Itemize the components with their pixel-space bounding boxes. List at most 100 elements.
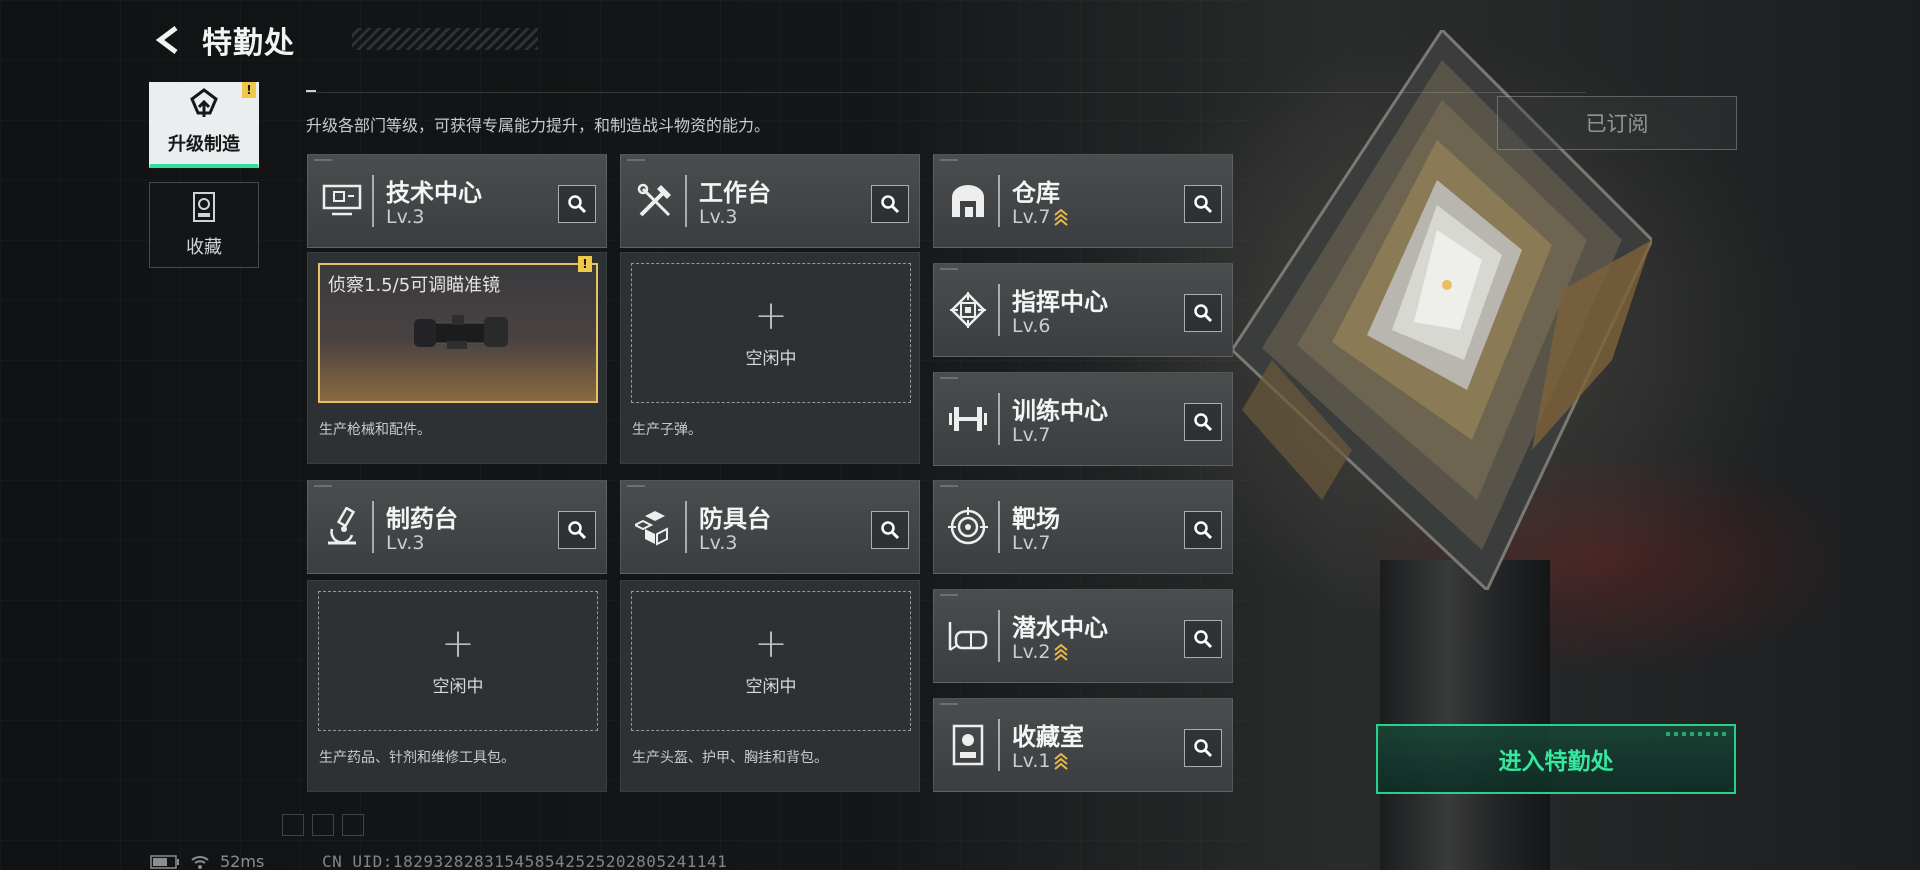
- dept-level-text: Lv.3: [699, 206, 738, 228]
- upgrade-available-icon: [1054, 208, 1069, 226]
- production-item-card[interactable]: 侦察1.5/5可调瞄准镜: [318, 263, 598, 403]
- card-divider: [998, 284, 1000, 336]
- search-button[interactable]: [558, 185, 596, 223]
- card-corner-tick: [940, 268, 958, 270]
- dept-card-tech-center[interactable]: 技术中心 Lv.3: [307, 154, 607, 248]
- upgrade-available-icon: [1054, 752, 1069, 770]
- search-button[interactable]: [558, 511, 596, 549]
- card-corner-tick: [940, 594, 958, 596]
- cube-pillar: [1380, 560, 1550, 870]
- back-button[interactable]: [150, 22, 186, 58]
- subscribed-button[interactable]: 已订阅: [1497, 96, 1737, 150]
- search-icon: [568, 195, 587, 214]
- card-corner-tick: [940, 377, 958, 379]
- dept-level: Lv.6: [1012, 315, 1050, 337]
- card-divider: [998, 501, 1000, 553]
- card-corner-tick: [940, 703, 958, 705]
- slot-status: 空闲中: [745, 348, 797, 369]
- dumbbell-icon: [944, 393, 992, 445]
- dept-level: Lv.7: [1012, 532, 1050, 554]
- search-button[interactable]: [1184, 729, 1222, 767]
- dept-card-armor-bench[interactable]: 防具台 Lv.3: [620, 480, 920, 574]
- plus-icon: +: [441, 620, 475, 667]
- bottom-decoration: [282, 814, 364, 836]
- search-icon: [1194, 304, 1213, 323]
- dept-name: 制药台: [386, 505, 458, 533]
- monitor-icon: [318, 175, 366, 227]
- dept-level-text: Lv.3: [386, 532, 425, 554]
- card-divider: [685, 175, 687, 227]
- title-decoration: [352, 28, 538, 50]
- slot-description: 生产头盔、护甲、胸挂和背包。: [632, 750, 828, 766]
- alert-badge: !: [578, 256, 592, 272]
- production-slot-workbench: + 空闲中 生产子弹。: [620, 252, 920, 464]
- search-icon: [1194, 630, 1213, 649]
- empty-slot-button[interactable]: + 空闲中: [631, 591, 911, 731]
- scope-item-image: [412, 313, 512, 357]
- dept-level: Lv.1: [1012, 750, 1069, 772]
- search-button[interactable]: [1184, 620, 1222, 658]
- dept-name: 训练中心: [1012, 397, 1108, 425]
- dept-card-training-center[interactable]: 训练中心 Lv.7: [933, 372, 1233, 466]
- enter-button-label: 进入特勤处: [1498, 749, 1614, 775]
- back-arrow-icon: [155, 26, 178, 54]
- alert-badge: !: [242, 82, 256, 98]
- cubes-icon: [631, 501, 679, 553]
- card-divider: [372, 501, 374, 553]
- search-icon: [568, 521, 587, 540]
- warehouse-icon: [944, 175, 992, 227]
- slot-description: 生产子弹。: [632, 422, 702, 438]
- card-divider: [998, 610, 1000, 662]
- dept-card-diving-center[interactable]: 潜水中心 Lv.2: [933, 589, 1233, 683]
- search-icon: [1194, 739, 1213, 758]
- card-corner-tick: [314, 485, 332, 487]
- microscope-icon: [318, 501, 366, 553]
- target-icon: [944, 501, 992, 553]
- search-button[interactable]: [1184, 294, 1222, 332]
- search-button[interactable]: [1184, 185, 1222, 223]
- dept-card-shooting-range[interactable]: 靶场 Lv.7: [933, 480, 1233, 574]
- dept-level-text: Lv.2: [1012, 641, 1051, 663]
- enter-headquarters-button[interactable]: 进入特勤处: [1376, 724, 1736, 794]
- card-divider: [685, 501, 687, 553]
- user-uid: CN UID:18293282831545854252520280524114​…: [322, 852, 728, 870]
- status-bar: 52ms: [150, 852, 264, 870]
- tools-icon: [631, 175, 679, 227]
- search-button[interactable]: [871, 185, 909, 223]
- page-description: 升级各部门等级，可获得专属能力提升，和制造战斗物资的能力。: [306, 116, 771, 135]
- search-button[interactable]: [1184, 403, 1222, 441]
- dept-level-text: Lv.7: [1012, 424, 1051, 446]
- plus-icon: +: [754, 292, 788, 339]
- decor-square: [282, 814, 304, 836]
- dept-card-collection-room[interactable]: 收藏室 Lv.1: [933, 698, 1233, 792]
- production-slot-pharmacy: + 空闲中 生产药品、针剂和维修工具包。: [307, 580, 607, 792]
- tab-collection[interactable]: 收藏: [149, 182, 259, 268]
- card-corner-tick: [940, 485, 958, 487]
- dept-card-command-center[interactable]: 指挥中心 Lv.6: [933, 263, 1233, 357]
- dept-level-text: Lv.7: [1012, 206, 1051, 228]
- ping-value: 52ms: [220, 852, 265, 870]
- card-divider: [998, 719, 1000, 771]
- search-button[interactable]: [1184, 511, 1222, 549]
- slot-description: 生产药品、针剂和维修工具包。: [319, 750, 515, 766]
- search-icon: [1194, 413, 1213, 432]
- decor-square: [312, 814, 334, 836]
- tab-label: 收藏: [186, 237, 222, 258]
- dept-level-text: Lv.1: [1012, 750, 1051, 772]
- dept-name: 仓库: [1012, 179, 1060, 207]
- dept-card-warehouse[interactable]: 仓库 Lv.7: [933, 154, 1233, 248]
- dept-card-workbench[interactable]: 工作台 Lv.3: [620, 154, 920, 248]
- empty-slot-button[interactable]: + 空闲中: [631, 263, 911, 403]
- chip-icon: [944, 284, 992, 336]
- upgrade-available-icon: [1054, 643, 1069, 661]
- dept-name: 防具台: [699, 505, 771, 533]
- dept-card-pharmacy[interactable]: 制药台 Lv.3: [307, 480, 607, 574]
- dept-level: Lv.2: [1012, 641, 1069, 663]
- card-divider: [998, 393, 1000, 445]
- battery-icon: [150, 854, 179, 869]
- empty-slot-button[interactable]: + 空闲中: [318, 591, 598, 731]
- search-button[interactable]: [871, 511, 909, 549]
- dept-level: Lv.3: [699, 532, 737, 554]
- dept-level-text: Lv.3: [386, 206, 425, 228]
- decor-square: [342, 814, 364, 836]
